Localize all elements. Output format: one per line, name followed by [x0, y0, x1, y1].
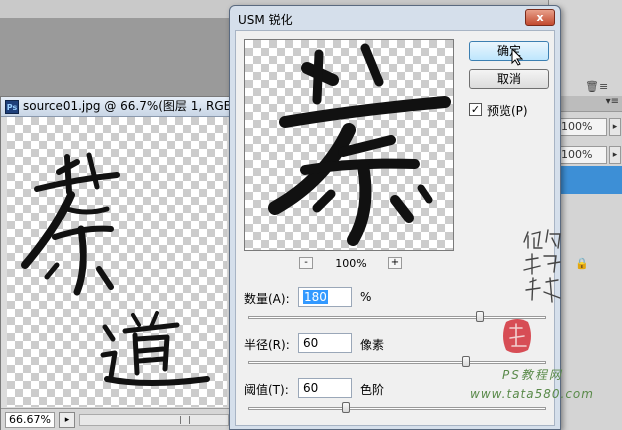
radius-field[interactable]: 60 — [298, 333, 352, 353]
trash-icon[interactable]: 🗑 — [585, 80, 599, 93]
horizontal-scrollbar[interactable] — [79, 414, 229, 426]
pointer-cursor-icon — [511, 48, 523, 66]
preview-artwork — [268, 43, 451, 246]
zoom-field[interactable]: 66.67% — [5, 412, 55, 428]
threshold-unit: 色阶 — [360, 383, 385, 397]
preview-checkbox[interactable]: ✓ — [469, 103, 482, 116]
fill-field[interactable]: 100% — [557, 146, 607, 164]
lock-icon: 🔒 — [575, 257, 589, 270]
document-canvas[interactable] — [7, 117, 227, 407]
threshold-slider-thumb[interactable] — [342, 402, 351, 413]
preview-window[interactable] — [244, 39, 454, 251]
radius-slider-thumb[interactable] — [461, 356, 470, 367]
ok-button[interactable]: 确定 — [469, 41, 549, 61]
threshold-field[interactable]: 60 — [298, 378, 352, 398]
opacity-field[interactable]: 100% — [557, 118, 607, 136]
opacity-arrow-button[interactable]: ▸ — [609, 118, 621, 136]
preview-label: 预览(P) — [487, 104, 528, 118]
fill-arrow-button[interactable]: ▸ — [609, 146, 621, 164]
status-info-icon[interactable]: ▸ — [59, 412, 75, 428]
watermark-signature — [520, 226, 570, 310]
scrollbar-grip[interactable] — [180, 416, 190, 424]
radius-slider-track[interactable] — [248, 361, 546, 364]
calligraphy-artwork — [21, 152, 210, 386]
threshold-slider-track[interactable] — [248, 407, 546, 410]
document-title: source01.jpg @ 66.7%(图层 1, RGB/8 — [23, 99, 233, 113]
dialog-title: USM 锐化 — [238, 13, 293, 27]
amount-field[interactable]: 180 — [298, 287, 352, 307]
amount-slider-thumb[interactable] — [476, 311, 485, 322]
radius-label: 半径(R): — [244, 338, 290, 352]
panel-menu-icon[interactable]: ▾≡ — [606, 96, 619, 107]
threshold-label: 阈值(T): — [244, 383, 289, 397]
zoom-in-button[interactable]: + — [388, 257, 402, 269]
amount-label: 数量(A): — [244, 292, 290, 306]
watermark-url: www.tata580.com — [470, 387, 594, 401]
close-icon[interactable]: x — [525, 9, 555, 26]
document-window: Ps source01.jpg @ 66.7%(图层 1, RGB/8 66.6… — [0, 96, 233, 430]
watermark-site-name: PS教程网 — [502, 368, 563, 382]
status-bar: 66.67% ▸ — [1, 408, 233, 430]
amount-value: 180 — [303, 290, 328, 304]
amount-unit: % — [360, 290, 372, 304]
watermark-seal-icon — [500, 316, 534, 356]
radius-unit: 像素 — [360, 338, 385, 352]
preview-zoom-level: 100% — [335, 257, 367, 270]
ps-icon: Ps — [5, 100, 19, 114]
trash-icon[interactable]: ≡ — [599, 80, 608, 93]
zoom-out-button[interactable]: - — [299, 257, 313, 269]
cancel-button[interactable]: 取消 — [469, 69, 549, 89]
checkbox-check-icon: ✓ — [470, 103, 481, 116]
document-tab[interactable]: Ps source01.jpg @ 66.7%(图层 1, RGB/8 — [1, 97, 233, 117]
workspace-background — [0, 18, 230, 98]
